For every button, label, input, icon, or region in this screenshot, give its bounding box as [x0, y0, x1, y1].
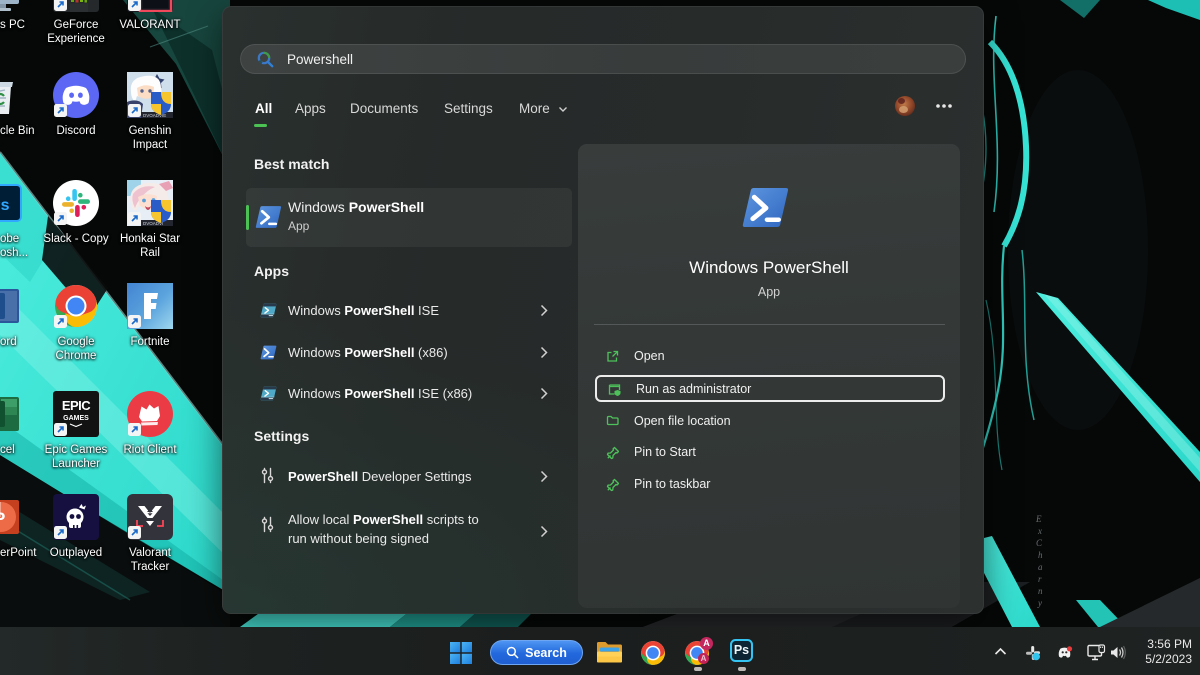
- svg-text:y: y: [1037, 598, 1042, 608]
- svg-text:EPIC: EPIC: [62, 398, 91, 413]
- svg-text:r: r: [1038, 574, 1042, 584]
- svg-text:Ps: Ps: [0, 197, 10, 214]
- svg-text:C: C: [1036, 538, 1043, 548]
- svg-text:P: P: [0, 509, 5, 528]
- svg-text:GAMES: GAMES: [63, 415, 89, 422]
- svg-text:n: n: [1038, 586, 1043, 596]
- svg-text:E: E: [1035, 514, 1042, 524]
- svg-text:x: x: [1037, 526, 1042, 536]
- svg-text:h: h: [1038, 550, 1043, 560]
- svg-text:a: a: [1038, 562, 1043, 572]
